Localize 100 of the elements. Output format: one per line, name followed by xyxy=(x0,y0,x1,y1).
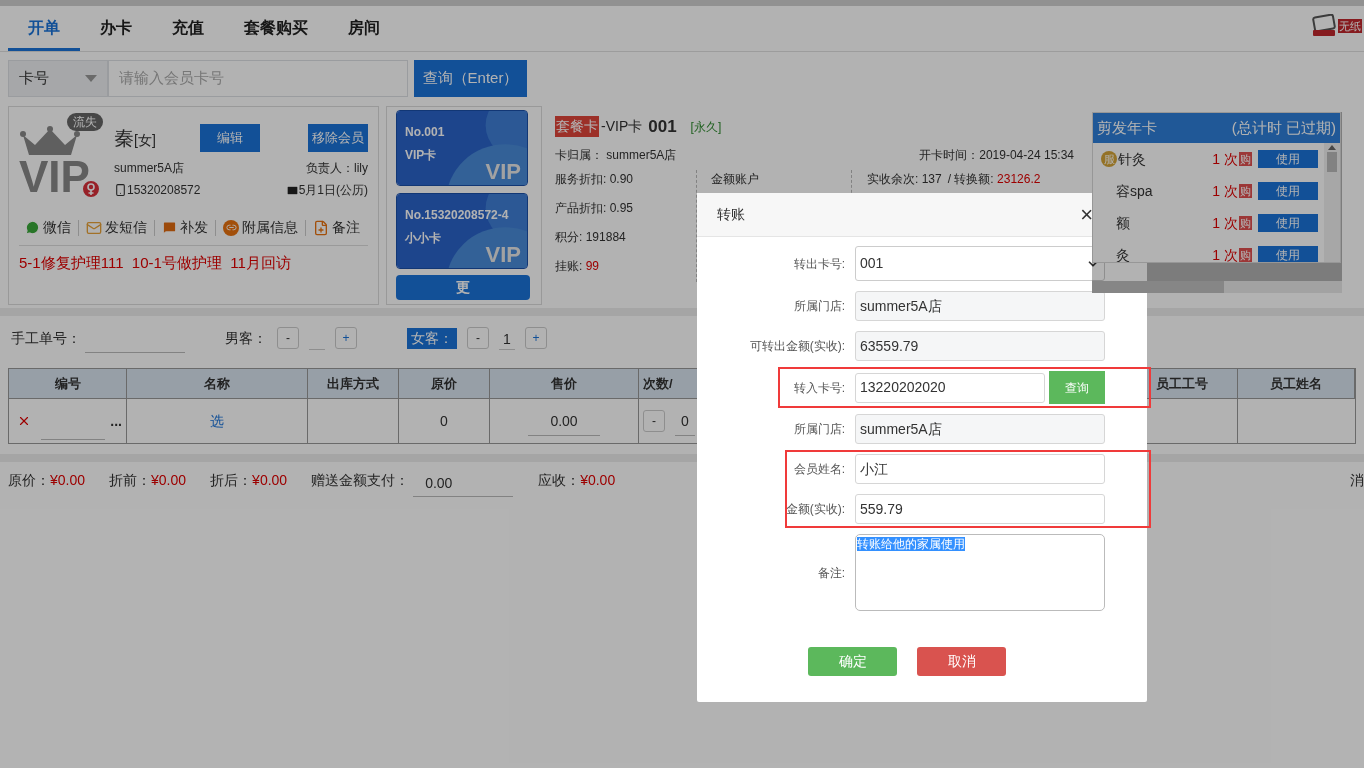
use-button[interactable]: 使用 xyxy=(1258,150,1318,168)
exchange-text: / 转换额: 23126.2 xyxy=(947,170,1041,188)
column-header: 编号 xyxy=(9,369,127,398)
service-name: 灸 xyxy=(1116,245,1130,262)
account-label: 金额账户 xyxy=(711,171,759,186)
nav-tab[interactable]: 办卡 xyxy=(80,7,152,51)
card-name: 小小卡 xyxy=(405,230,441,247)
input-field[interactable]: 13220202020 xyxy=(855,372,1045,403)
member-note: 5-1修复护理111 10-1号做护理 11月回访 xyxy=(19,253,292,273)
column-header: 原价 xyxy=(399,369,490,398)
price-input[interactable]: 0.00 xyxy=(528,406,600,436)
buy-tag: 购 xyxy=(1239,216,1252,230)
link-icon xyxy=(223,219,239,236)
readonly-field: summer5A店 xyxy=(855,414,1105,444)
brand-badge: 无纸 xyxy=(1338,19,1362,33)
card-reader-icon xyxy=(1311,14,1337,38)
card-field: 挂账: 99 xyxy=(555,256,696,275)
quantity-input[interactable]: 0 xyxy=(675,406,695,436)
card-mark: VIP xyxy=(485,242,521,268)
card-name: VIP卡 xyxy=(405,147,437,164)
service-name: 容spa xyxy=(1116,181,1153,201)
column-header: 出库方式 xyxy=(308,369,399,398)
close-button[interactable]: × xyxy=(1080,203,1093,226)
caret-down-icon xyxy=(85,75,97,82)
receivable-text: 应收：¥0.00 xyxy=(538,470,616,490)
member-name: 秦[女] xyxy=(114,126,157,151)
field-label: 所属门店: xyxy=(792,421,846,438)
guest-label[interactable]: 女客： xyxy=(407,327,457,349)
service-count: 1 次 xyxy=(1212,245,1238,262)
more-cards-button[interactable]: 更 xyxy=(396,275,530,300)
minus-button[interactable]: - xyxy=(643,410,665,432)
panel-status: (总计时 已过期) xyxy=(1231,117,1336,138)
store-name: summer5A店 xyxy=(114,160,184,177)
remaining-text: 实收余次: 137 xyxy=(867,170,942,188)
card-field: 产品折扣: 0.95 xyxy=(555,198,696,217)
open-time: 开卡时间：2019-04-24 15:34 xyxy=(919,146,1074,164)
scrollbar-thumb[interactable] xyxy=(1092,281,1224,293)
remove-member-button[interactable]: 移除会员 xyxy=(308,124,368,152)
guest-count[interactable]: 1 xyxy=(499,326,515,350)
field-label: 会员姓名: xyxy=(792,461,846,478)
minus-button[interactable]: - xyxy=(277,327,299,349)
cancel-button[interactable]: 取消 xyxy=(917,647,1006,676)
column-header: 售价 xyxy=(490,369,639,398)
plus-button[interactable]: + xyxy=(525,327,547,349)
field-label: 金额(实收): xyxy=(784,501,846,518)
card-title: -VIP卡 xyxy=(601,117,643,137)
delete-icon[interactable] xyxy=(17,414,31,428)
field-label: 可转出金额(实收): xyxy=(748,338,846,355)
member-card[interactable]: No.001 VIP卡 VIP xyxy=(396,110,528,186)
more-button[interactable]: ... xyxy=(110,410,122,432)
use-button[interactable]: 使用 xyxy=(1258,182,1318,200)
nav-tab[interactable]: 开单 xyxy=(8,7,80,51)
buy-tag: 购 xyxy=(1239,184,1252,198)
card-mark: VIP xyxy=(485,159,521,185)
message-icon xyxy=(162,220,177,235)
query-button[interactable]: 查询（Enter） xyxy=(414,60,527,97)
column-header: 员工姓名 xyxy=(1238,369,1355,398)
scrollbar[interactable] xyxy=(1324,143,1340,262)
gift-input[interactable]: 0.00 xyxy=(413,469,514,497)
panel-title: 剪发年卡 xyxy=(1097,117,1157,138)
scrollbar-thumb[interactable] xyxy=(1327,152,1337,172)
use-button[interactable]: 使用 xyxy=(1258,214,1318,232)
action-link[interactable]: 微信 xyxy=(43,217,71,238)
plus-button[interactable]: + xyxy=(335,327,357,349)
horizontal-scrollbar[interactable] xyxy=(1092,281,1342,293)
minus-button[interactable]: - xyxy=(467,327,489,349)
card-number: No.001 xyxy=(405,124,445,141)
total-text: 原价：¥0.00 xyxy=(8,470,86,490)
guest-label[interactable]: 男客： xyxy=(225,327,267,349)
mail-icon xyxy=(285,183,299,197)
card-number: 001 xyxy=(648,116,677,138)
card-owner: 卡归属： summer5A店 xyxy=(555,146,677,164)
card-select[interactable]: 001 xyxy=(855,246,1105,281)
service-name: 额 xyxy=(1116,213,1130,233)
select-link[interactable]: 选 xyxy=(127,399,308,443)
search-type-select[interactable]: 卡号 xyxy=(8,60,108,97)
scroll-up-arrow-icon xyxy=(1328,145,1336,150)
field-label: 所属门店: xyxy=(792,298,846,315)
nav-tab[interactable]: 房间 xyxy=(328,7,400,51)
field-label: 转出卡号: xyxy=(792,255,846,273)
validity-text: [永久] xyxy=(690,118,722,136)
use-button[interactable]: 使用 xyxy=(1258,246,1318,262)
nav-tab[interactable]: 充值 xyxy=(152,7,224,51)
edit-button[interactable]: 编辑 xyxy=(200,124,260,152)
action-link[interactable]: 附属信息 xyxy=(242,217,298,238)
status-badge: 流失 xyxy=(67,113,103,131)
member-card[interactable]: No.15320208572-4 小小卡 VIP xyxy=(396,193,528,269)
service-count: 1 次 xyxy=(1212,181,1238,201)
input-field[interactable]: 小江 xyxy=(855,454,1105,484)
action-link[interactable]: 备注 xyxy=(332,217,360,238)
field-label: 备注: xyxy=(816,564,846,582)
buy-tag: 购 xyxy=(1239,152,1252,166)
service-name: 针灸 xyxy=(1118,149,1146,169)
nav-tab[interactable]: 套餐购买 xyxy=(224,7,328,51)
action-link[interactable]: 发短信 xyxy=(105,217,147,238)
card-field: 积分: 191884 xyxy=(555,227,696,246)
input-field[interactable]: 559.79 xyxy=(855,494,1105,524)
dialog-title: 转账 xyxy=(717,205,745,224)
action-link[interactable]: 补发 xyxy=(180,217,208,238)
cut-off-text: 消 xyxy=(1350,470,1364,490)
